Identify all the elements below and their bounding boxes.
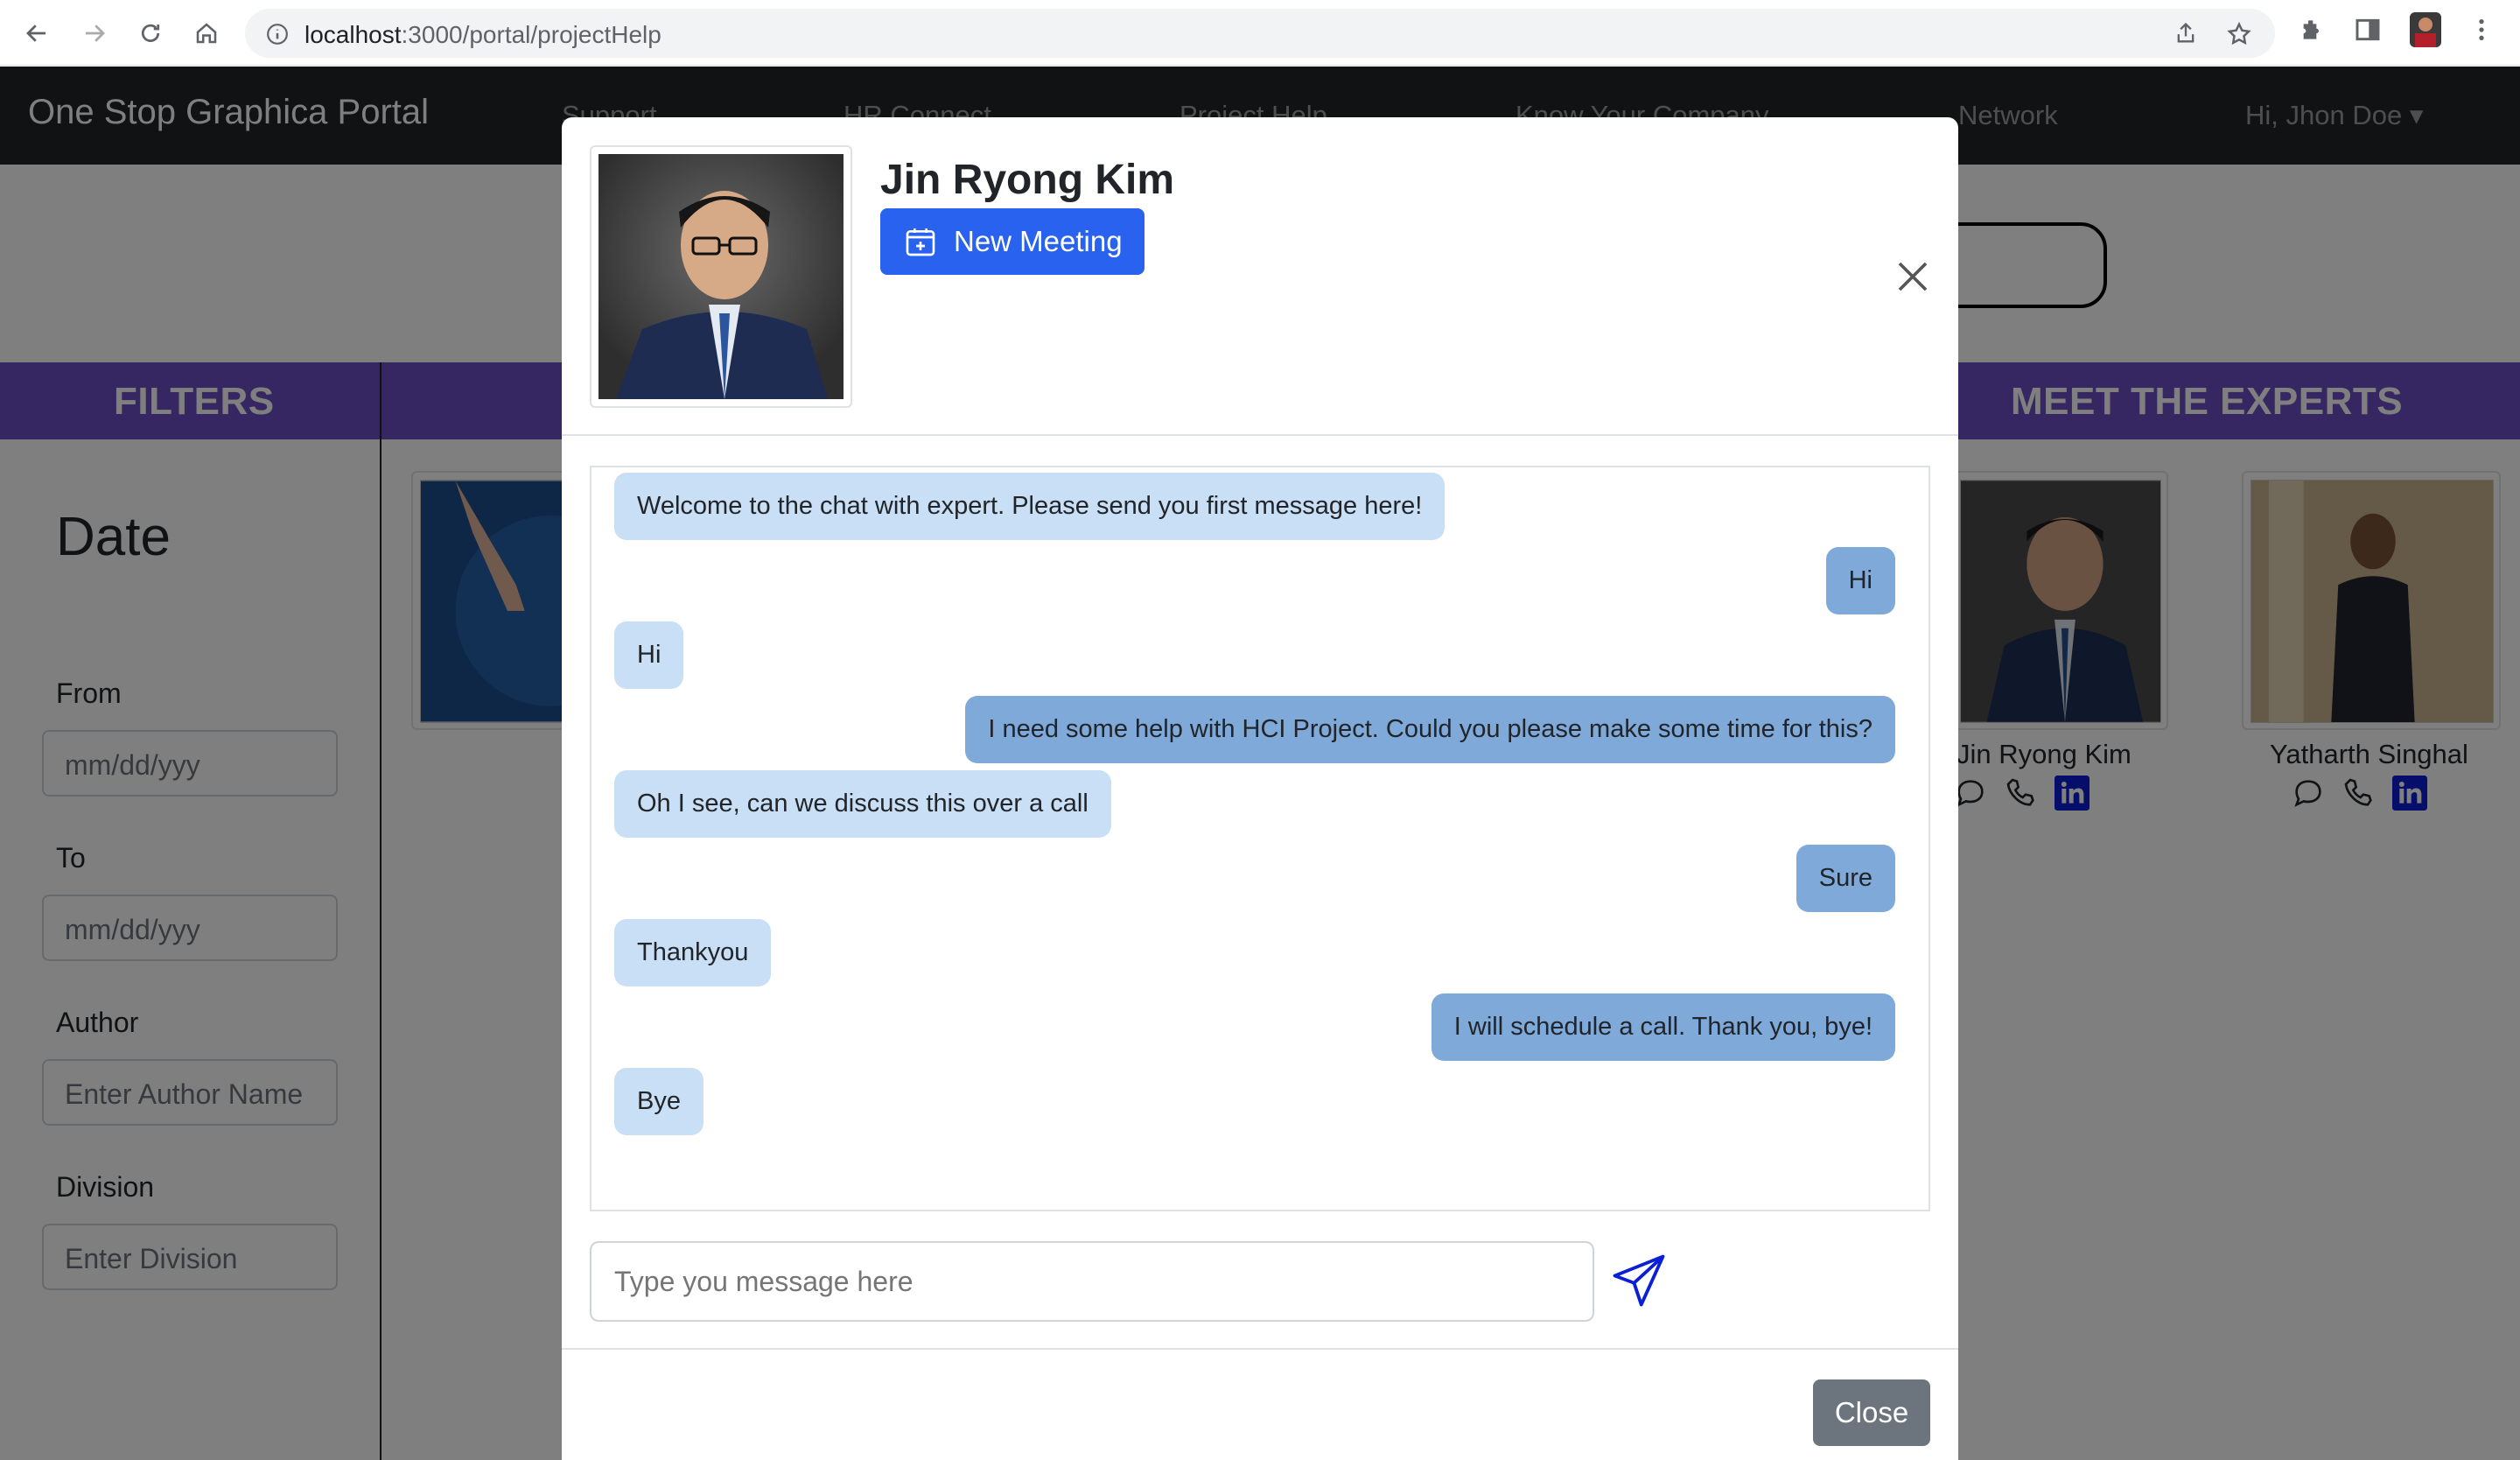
extensions-icon[interactable]	[2298, 16, 2326, 48]
browser-toolbar: localhost:3000/portal/projectHelp	[0, 0, 2520, 66]
expert-chat-modal: Jin Ryong Kim New Meeting Welcome to the…	[562, 117, 1958, 1460]
url-host: localhost	[304, 21, 402, 48]
bookmark-star-icon[interactable]	[2226, 21, 2252, 52]
close-icon[interactable]	[1895, 259, 1930, 294]
new-meeting-label: New Meeting	[954, 225, 1123, 257]
calendar-plus-icon	[906, 228, 935, 256]
message-input[interactable]	[590, 1241, 1594, 1322]
chat-message: I will schedule a call. Thank you, bye!	[1431, 993, 1895, 1061]
expert-avatar-frame	[590, 145, 852, 408]
chat-message: Sure	[1796, 845, 1895, 912]
reload-icon[interactable]	[133, 16, 168, 51]
back-icon[interactable]	[19, 16, 54, 51]
expert-name: Jin Ryong Kim	[880, 157, 1175, 203]
share-icon[interactable]	[2174, 21, 2198, 50]
chat-message: Bye	[614, 1068, 704, 1135]
address-bar[interactable]: localhost:3000/portal/projectHelp	[245, 9, 2275, 58]
modal-header: Jin Ryong Kim New Meeting	[562, 117, 1958, 436]
send-icon[interactable]	[1608, 1252, 1670, 1309]
chat-message: Hi	[614, 621, 684, 689]
chat-message: Oh I see, can we discuss this over a cal…	[614, 770, 1111, 838]
chat-message: Thankyou	[614, 919, 772, 986]
close-button[interactable]: Close	[1813, 1379, 1930, 1446]
browser-menu-icon[interactable]	[2468, 16, 2496, 48]
home-icon[interactable]	[189, 16, 224, 51]
expert-avatar	[598, 154, 844, 399]
site-info-icon[interactable]	[266, 23, 289, 50]
url-text: localhost:3000/portal/projectHelp	[304, 21, 662, 49]
modal-footer: Close	[562, 1348, 1958, 1460]
forward-icon[interactable]	[77, 16, 112, 51]
url-path: :3000/portal/projectHelp	[401, 21, 662, 48]
side-panel-icon[interactable]	[2354, 16, 2382, 48]
chat-message: I need some help with HCI Project. Could…	[965, 696, 1895, 763]
new-meeting-button[interactable]: New Meeting	[880, 208, 1144, 275]
chat-message: Welcome to the chat with expert. Please …	[614, 473, 1446, 540]
profile-avatar-icon[interactable]	[2410, 12, 2441, 52]
chat-history[interactable]: Welcome to the chat with expert. Please …	[590, 466, 1930, 1211]
chat-message: Hi	[1825, 547, 1895, 614]
